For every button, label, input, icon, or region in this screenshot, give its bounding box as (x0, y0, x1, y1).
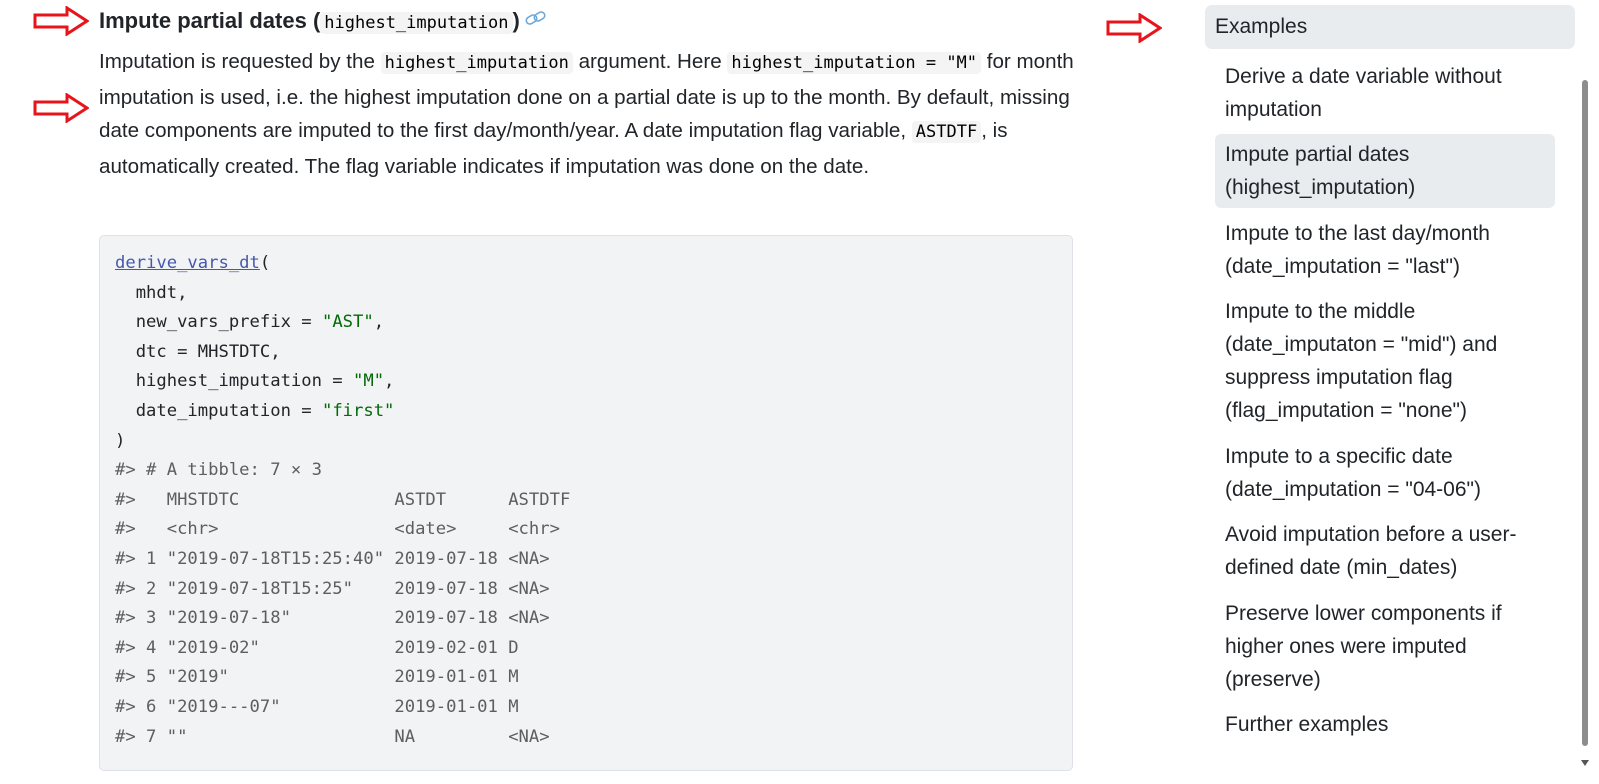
inline-code: highest_imputation (380, 52, 573, 74)
inline-code: highest_imputation = "M" (727, 52, 982, 74)
toc-item-min-dates[interactable]: Avoid imputation before a user-defined d… (1215, 518, 1555, 584)
para-text: Imputation is requested by the (99, 50, 381, 73)
output-line: #> 2 "2019-07-18T15:25" 2019-07-18 <NA> (115, 578, 571, 599)
anchor-link-icon[interactable] (524, 6, 548, 25)
toc-header[interactable]: Examples (1205, 5, 1575, 49)
annotation-arrow-icon (33, 6, 89, 36)
toc-item-preserve[interactable]: Preserve lower components if higher ones… (1215, 597, 1555, 696)
code-token: new_vars_prefix = (115, 312, 322, 333)
code-line: dtc = MHSTDTC, (115, 341, 281, 362)
annotation-arrow-icon (1106, 13, 1162, 43)
output-line: #> 6 "2019---07" 2019-01-01 M (115, 696, 571, 717)
code-string: "M" (353, 371, 385, 392)
code-string: "first" (321, 400, 395, 421)
heading-end: ) (512, 8, 520, 33)
output-line: #> 5 "2019" 2019-01-01 M (115, 667, 571, 688)
toc-item-impute-partial-dates[interactable]: Impute partial dates (highest_imputation… (1215, 134, 1555, 208)
toc-item-impute-specific-date[interactable]: Impute to a specific date (date_imputati… (1215, 440, 1555, 506)
output-line: #> 7 "" NA <NA> (115, 726, 571, 747)
code-token: highest_imputation = (115, 371, 353, 392)
annotation-arrow-icon (33, 93, 89, 123)
description-paragraph: Imputation is requested by the highest_i… (99, 45, 1074, 183)
scroll-down-arrow-icon[interactable] (1581, 760, 1589, 766)
code-token: , (373, 312, 385, 333)
toc-item-impute-middle[interactable]: Impute to the middle (date_imputaton = "… (1215, 295, 1555, 427)
scrollbar-thumb[interactable] (1582, 80, 1588, 746)
para-text: argument. Here (572, 50, 728, 73)
code-block[interactable]: derive_vars_dt( mhdt, new_vars_prefix = … (99, 235, 1073, 771)
toc-item-derive-no-imputation[interactable]: Derive a date variable without imputatio… (1215, 60, 1555, 126)
toc-item-further-examples[interactable]: Further examples (1215, 708, 1555, 741)
output-line: #> MHSTDTC ASTDT ASTDTF (115, 489, 571, 510)
code-line: ) (115, 430, 126, 451)
code-token: ( (259, 253, 271, 273)
heading-text: Impute partial dates ( (99, 8, 321, 33)
output-line: #> 1 "2019-07-18T15:25:40" 2019-07-18 <N… (115, 548, 571, 569)
code-line: mhdt, (115, 282, 188, 303)
output-line: #> <chr> <date> <chr> (115, 519, 571, 540)
inline-code: ASTDTF (911, 121, 982, 143)
output-line: #> 4 "2019-02" 2019-02-01 D (115, 637, 571, 658)
function-link[interactable]: derive_vars_dt (115, 253, 260, 273)
code-token: , (384, 371, 395, 392)
heading-code: highest_imputation (320, 12, 513, 34)
code-token: date_imputation = (115, 400, 322, 421)
code-string: "AST" (321, 312, 374, 333)
section-heading: Impute partial dates (highest_imputation… (99, 6, 548, 38)
output-line: #> 3 "2019-07-18" 2019-07-18 <NA> (115, 608, 571, 629)
output-line: #> # A tibble: 7 × 3 (115, 460, 322, 481)
toc-item-impute-last[interactable]: Impute to the last day/month (date_imput… (1215, 217, 1555, 283)
